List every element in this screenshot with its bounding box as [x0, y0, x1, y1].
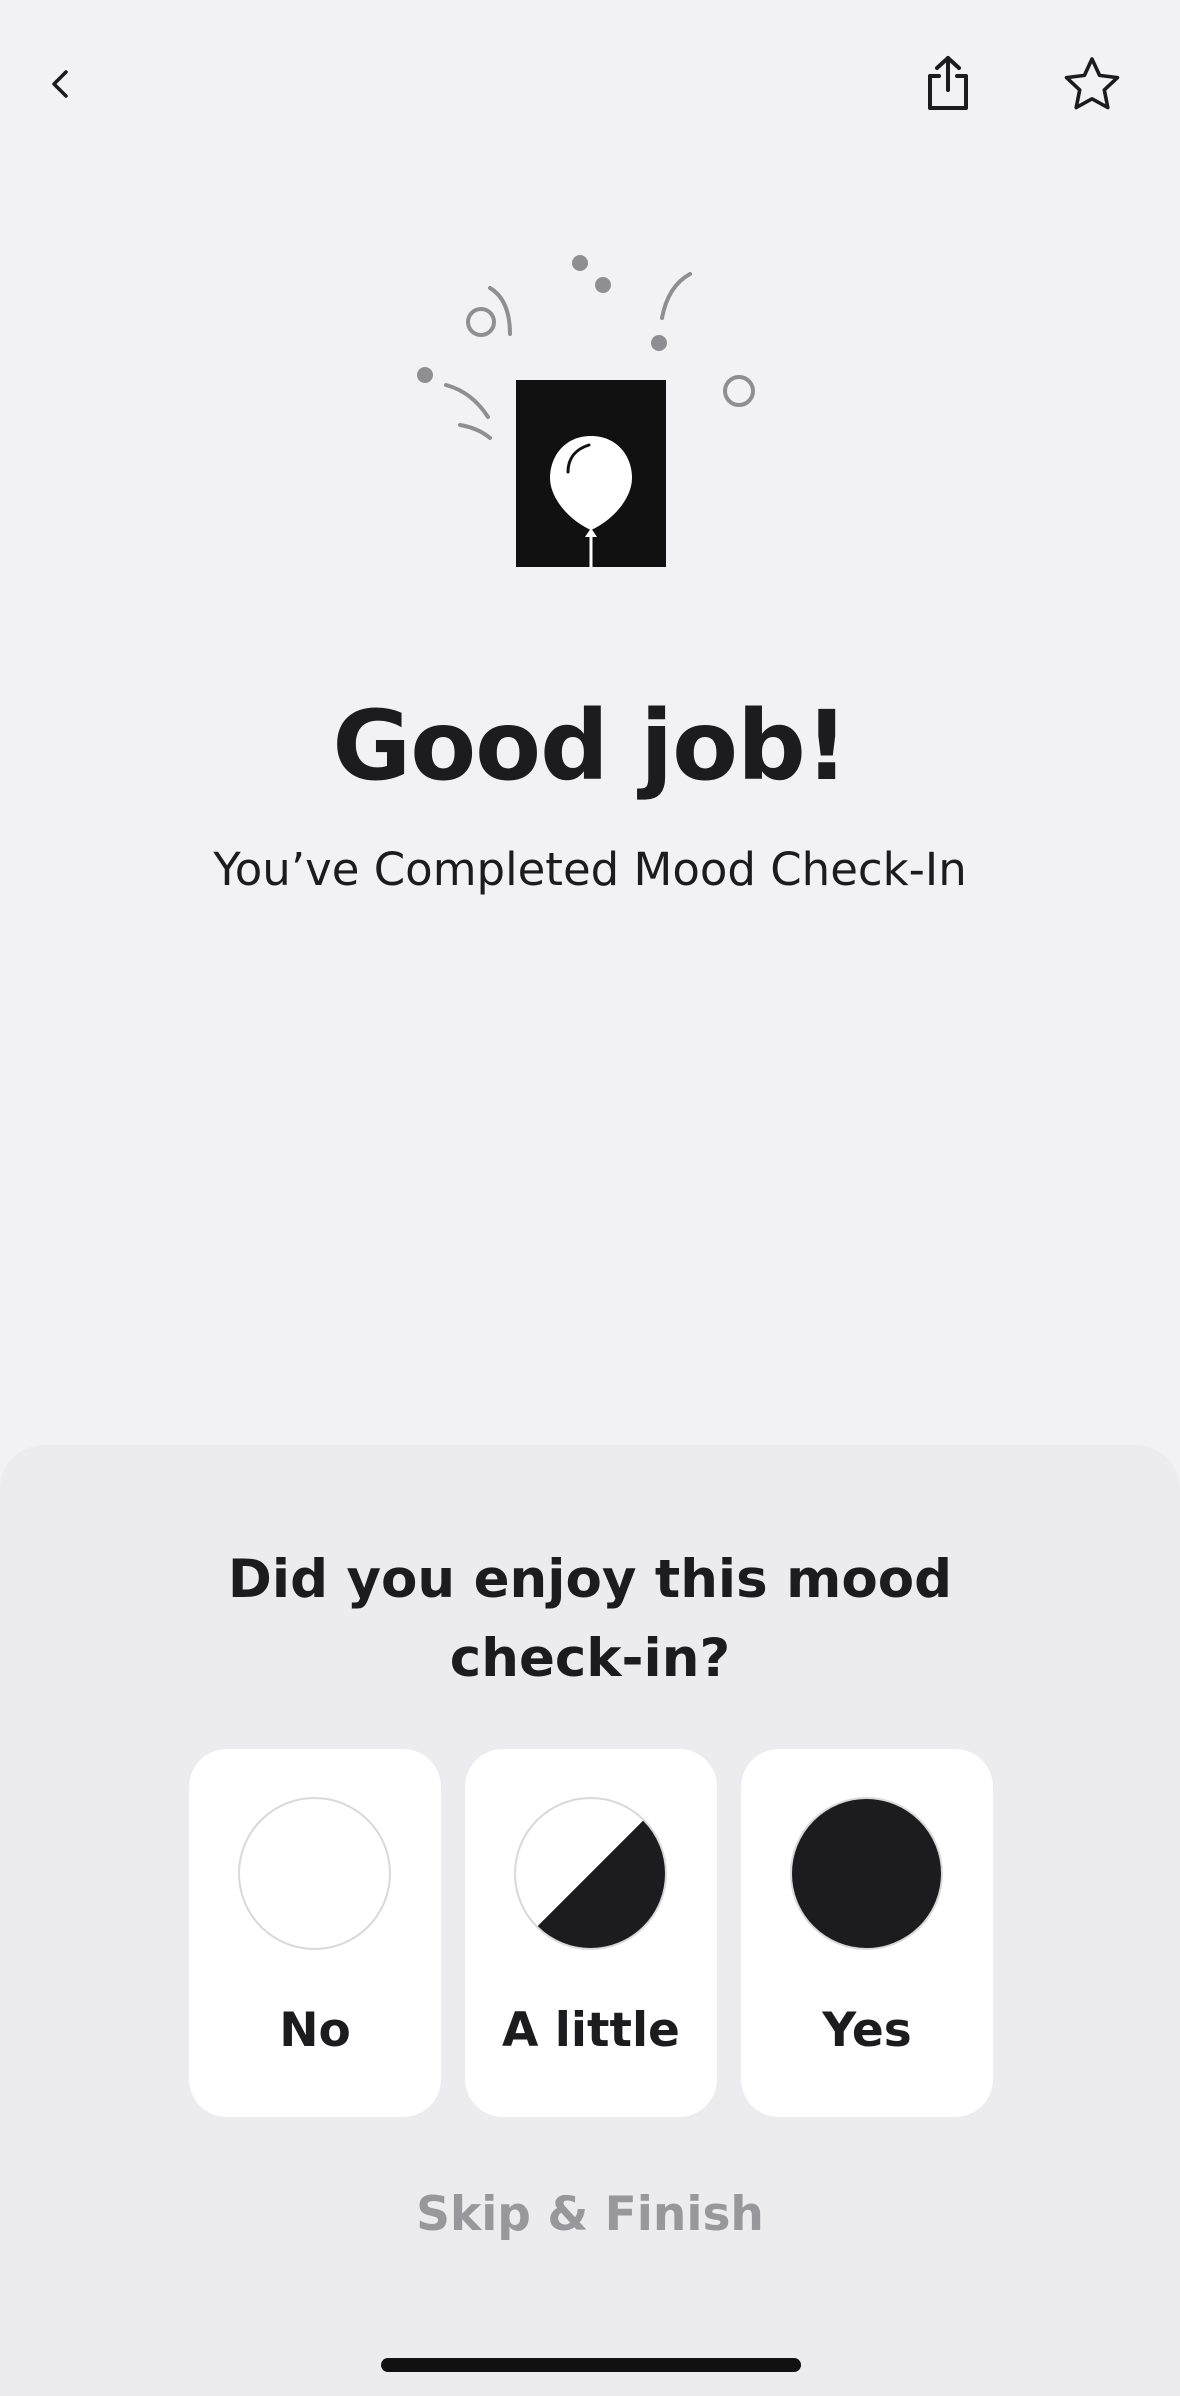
balloon-celebration-icon — [417, 255, 755, 567]
back-button[interactable] — [20, 44, 100, 124]
half-filled-circle-icon — [514, 1797, 667, 1950]
completion-subtitle: You’ve Completed Mood Check-In — [213, 843, 967, 896]
celebration-illustration — [400, 240, 780, 580]
option-label: A little — [502, 2003, 680, 2058]
option-no-button[interactable]: No — [189, 1749, 441, 2117]
filled-circle-icon — [790, 1797, 943, 1950]
star-outline-icon — [1064, 57, 1120, 110]
option-a-little-button[interactable]: A little — [465, 1749, 717, 2117]
completion-title: Good job! — [332, 690, 848, 802]
favorite-button[interactable] — [1052, 44, 1132, 124]
share-icon — [928, 56, 968, 110]
option-yes-button[interactable]: Yes — [741, 1749, 993, 2117]
feedback-question: Did you enjoy this mood check-in? — [227, 1549, 953, 1689]
top-navigation-bar — [0, 0, 1180, 170]
skip-and-finish-button[interactable]: Skip & Finish — [340, 2180, 840, 2250]
chevron-left-icon — [52, 70, 68, 98]
option-label: Yes — [822, 2003, 912, 2058]
empty-circle-icon — [238, 1797, 391, 1950]
option-label: No — [279, 2003, 351, 2058]
home-indicator[interactable] — [381, 2358, 801, 2372]
share-button[interactable] — [908, 44, 988, 124]
